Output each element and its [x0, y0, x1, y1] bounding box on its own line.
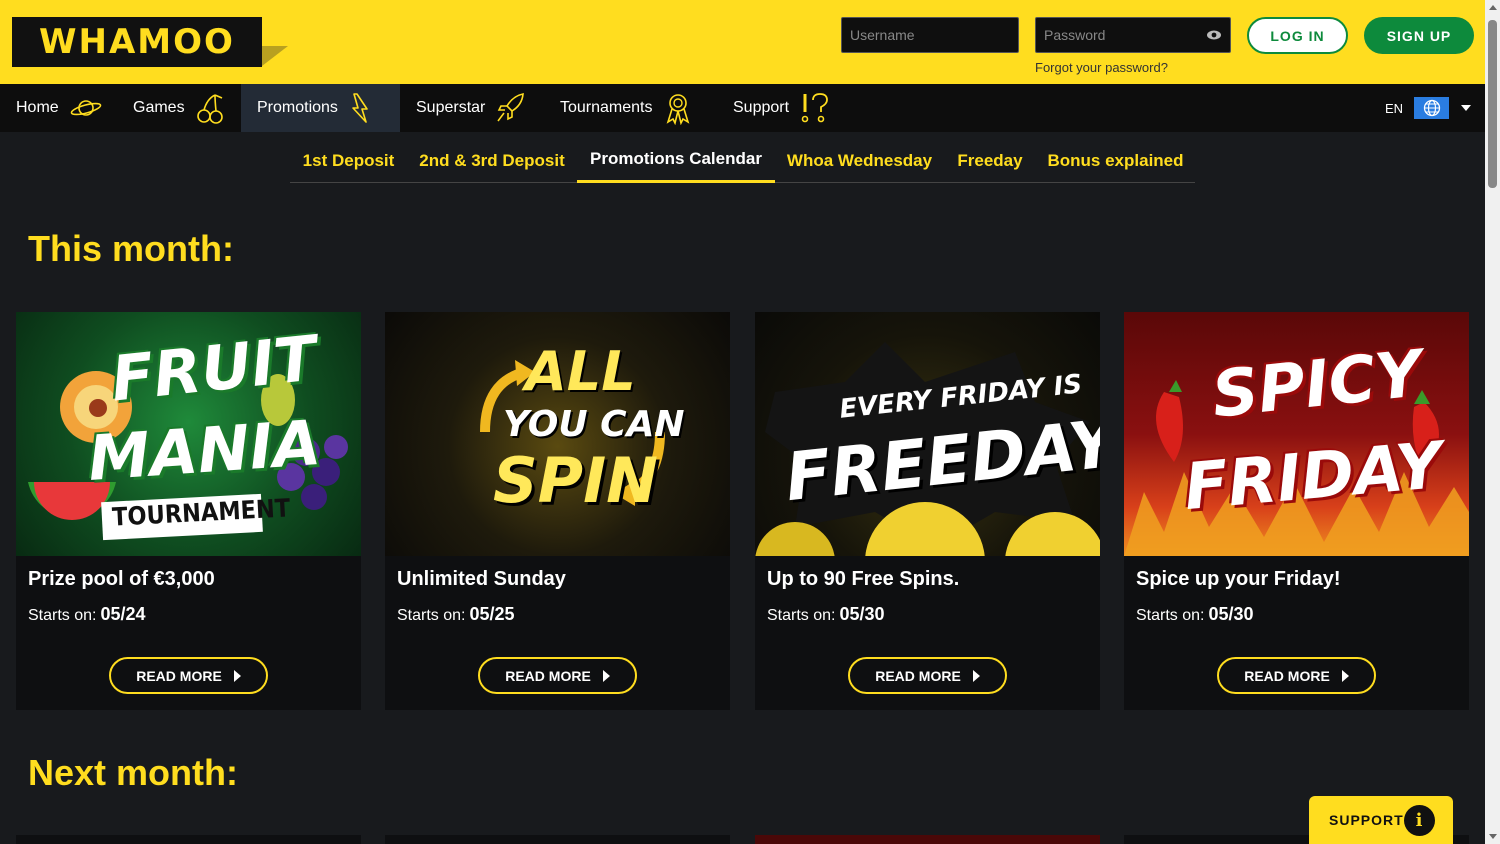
logo-tail	[262, 46, 288, 66]
promo-start-date: Starts on: 05/25	[397, 604, 515, 624]
tab-whoa-wednesday[interactable]: Whoa Wednesday	[775, 138, 944, 183]
promo-title: Spice up your Friday!	[1136, 568, 1341, 590]
chevron-right-icon	[233, 669, 241, 682]
freeday-banner[interactable]: EVERY FRIDAY IS FREEDAY	[755, 312, 1100, 556]
password-placeholder: Password	[1044, 27, 1106, 43]
all-you-can-spin-banner[interactable]: ALL YOU CAN SPIN	[385, 312, 730, 556]
read-more-button[interactable]: READ MORE	[1217, 657, 1376, 694]
tab-2nd-3rd-deposit[interactable]: 2nd & 3rd Deposit	[407, 138, 577, 183]
nav-label: Promotions	[257, 99, 338, 116]
read-more-button[interactable]: READ MORE	[848, 657, 1007, 694]
scrollbar-thumb[interactable]	[1488, 20, 1497, 188]
info-icon: i	[1404, 805, 1435, 836]
planet-icon	[70, 100, 102, 116]
next-month-card[interactable]	[16, 835, 361, 844]
top-header: WHAMOO Username Password Forgot your pas…	[0, 0, 1485, 84]
chevron-right-icon	[1341, 669, 1349, 682]
fruit-mania-banner[interactable]: FRUIT MANIA TOURNAMENT	[16, 312, 361, 556]
promo-start-date: Starts on: 05/30	[767, 604, 885, 624]
tab-bonus-explained[interactable]: Bonus explained	[1036, 138, 1195, 183]
support-label: SUPPORT	[1329, 812, 1404, 828]
support-widget-button[interactable]: SUPPORT i	[1309, 796, 1453, 844]
lightning-icon	[352, 93, 368, 123]
show-password-icon[interactable]	[1206, 27, 1222, 43]
username-input[interactable]: Username	[841, 17, 1019, 53]
language-dropdown-icon[interactable]	[1461, 105, 1471, 111]
banner-text: YOU CAN	[503, 404, 685, 445]
scroll-down-arrow-icon[interactable]	[1489, 834, 1497, 839]
read-more-button[interactable]: READ MORE	[109, 657, 268, 694]
read-more-button[interactable]: READ MORE	[478, 657, 637, 694]
tab-1st-deposit[interactable]: 1st Deposit	[290, 138, 407, 183]
spicy-friday-banner[interactable]: SPICY FRIDAY	[1124, 312, 1469, 556]
password-input[interactable]: Password	[1035, 17, 1231, 53]
tab-promotions-calendar[interactable]: Promotions Calendar	[577, 138, 775, 183]
signup-button[interactable]: SIGN UP	[1364, 17, 1474, 54]
logo-text: WHAMOO	[39, 22, 235, 62]
forgot-password-link[interactable]: Forgot your password?	[1035, 60, 1168, 75]
nav-label: Support	[733, 99, 790, 116]
nav-item-support[interactable]: Support	[733, 84, 831, 132]
promo-start-date: Starts on: 05/24	[28, 604, 146, 624]
nav-item-tournaments[interactable]: Tournaments	[560, 84, 693, 132]
nav-label: Home	[16, 99, 59, 116]
globe-icon[interactable]	[1414, 97, 1449, 119]
chevron-right-icon	[602, 669, 610, 682]
promo-start-date: Starts on: 05/30	[1136, 604, 1254, 624]
promo-title: Prize pool of €3,000	[28, 568, 215, 590]
next-month-card[interactable]	[755, 835, 1100, 844]
promo-card: ALL YOU CAN SPIN Unlimited Sunday Starts…	[385, 312, 730, 710]
next-month-card[interactable]	[385, 835, 730, 844]
banner-text: SPIN	[493, 444, 659, 517]
cherries-icon	[196, 94, 223, 124]
nav-item-superstar[interactable]: Superstar	[416, 84, 527, 132]
promo-card: FRUIT MANIA TOURNAMENT Prize pool of €3,…	[16, 312, 361, 710]
login-button[interactable]: LOG IN	[1247, 17, 1348, 54]
chevron-right-icon	[972, 669, 980, 682]
promo-card: SPICY FRIDAY Spice up your Friday! Start…	[1124, 312, 1469, 710]
nav-label: Superstar	[416, 99, 486, 116]
page-scrollbar[interactable]	[1485, 0, 1500, 844]
nav-item-games[interactable]: Games	[133, 84, 225, 132]
whamoo-logo[interactable]: WHAMOO	[12, 17, 262, 67]
this-month-heading: This month:	[28, 228, 234, 269]
main-nav: Home Games Promotions Superstar Tourname…	[0, 84, 1485, 132]
medal-icon	[666, 94, 689, 125]
promo-title: Unlimited Sunday	[397, 568, 566, 590]
scroll-up-arrow-icon[interactable]	[1489, 5, 1497, 10]
promo-card: EVERY FRIDAY IS FREEDAY Up to 90 Free Sp…	[755, 312, 1100, 710]
username-placeholder: Username	[850, 27, 915, 43]
language-code[interactable]: EN	[1385, 101, 1403, 116]
nav-item-promotions[interactable]: Promotions	[241, 84, 400, 132]
nav-item-home[interactable]: Home	[16, 84, 103, 132]
nav-label: Tournaments	[560, 99, 653, 116]
nav-label: Games	[133, 99, 185, 116]
banner-text: ALL	[525, 340, 636, 403]
promo-title: Up to 90 Free Spins.	[767, 568, 960, 590]
exclamation-question-icon	[801, 93, 828, 123]
tab-freeday[interactable]: Freeday	[944, 138, 1036, 183]
next-month-heading: Next month:	[28, 752, 238, 793]
promotions-subtabs: 1st Deposit 2nd & 3rd Deposit Promotions…	[290, 138, 1195, 183]
rocket-icon	[497, 93, 525, 122]
